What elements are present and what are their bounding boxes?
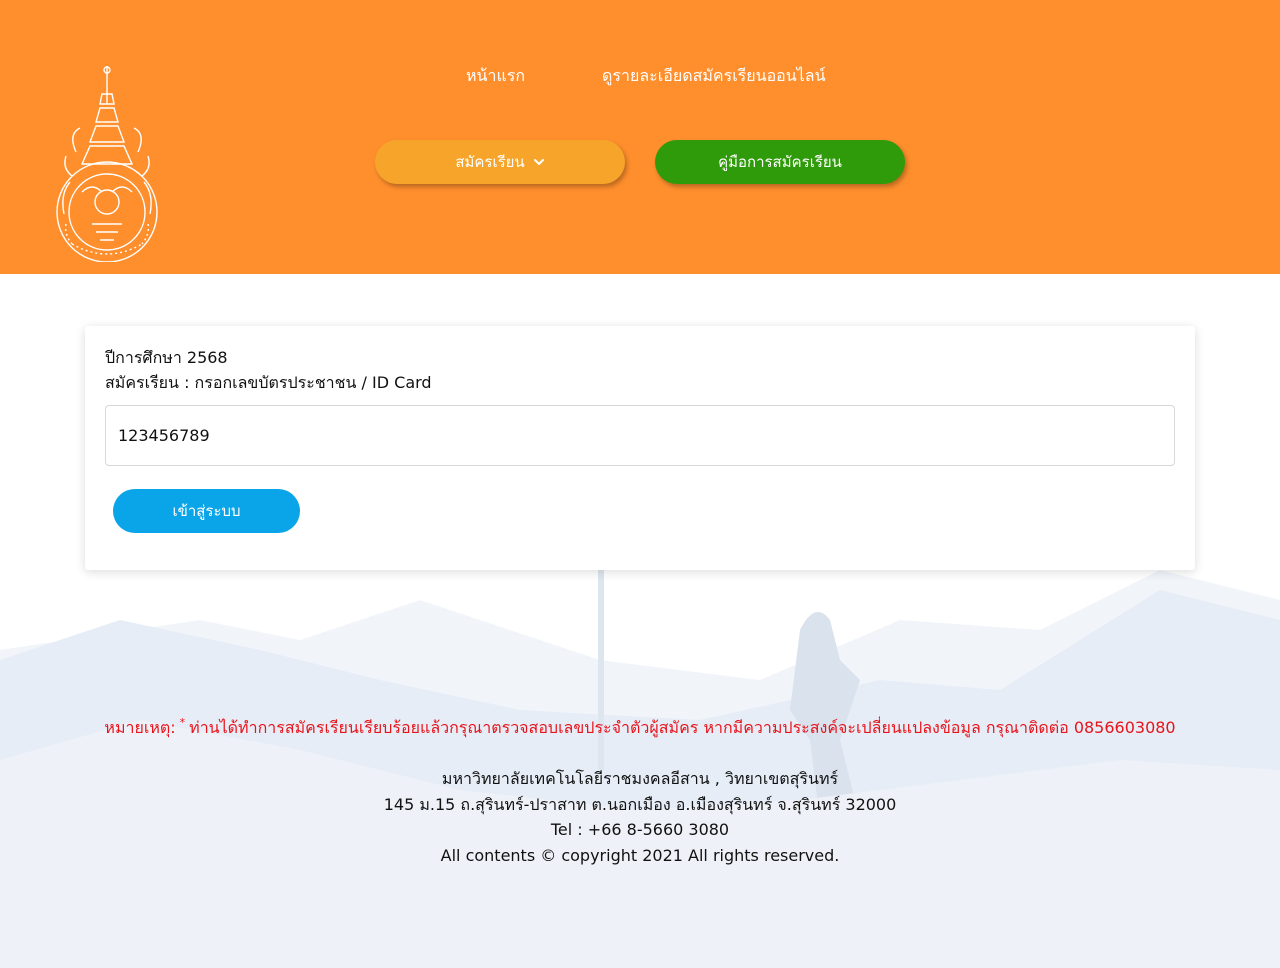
site-header: หน้าแรก ดูรายละเอียดสมัครเรียนออนไลน์ สม…	[0, 0, 1280, 274]
notice-label: หมายเหตุ:	[104, 718, 176, 737]
university-seal-logo[interactable]	[52, 64, 162, 262]
footer-address: 145 ม.15 ถ.สุรินทร์-ปราสาท ต.นอกเมือง อ.…	[383, 794, 897, 814]
footer-tel: Tel : +66 8-5660 3080	[550, 820, 730, 839]
apply-button-label: สมัครเรียน	[455, 153, 525, 171]
footer-university-name: มหาวิทยาลัยเทคโนโลยีราชมงคลอีสาน , วิทยา…	[441, 769, 839, 788]
notice-text: หมายเหตุ: * ท่านได้ทำการสมัครเรียนเรียบร้อ…	[0, 716, 1280, 741]
required-star: *	[179, 716, 186, 729]
site-footer: มหาวิทยาลัยเทคโนโลยีราชมงคลอีสาน , วิทยา…	[0, 766, 1280, 868]
academic-year-label: ปีการศึกษา 2568	[105, 348, 228, 367]
login-card: ปีการศึกษา 2568 สมัครเรียน : กรอกเลขบัตร…	[85, 326, 1195, 570]
apply-dropdown-button[interactable]: สมัครเรียน	[375, 140, 625, 184]
guide-button-label: คู่มือการสมัครเรียน	[718, 153, 842, 171]
footer-copyright: All contents © copyright 2021 All rights…	[440, 845, 840, 865]
background-illustration	[0, 570, 1280, 968]
nav-details-link[interactable]: ดูรายละเอียดสมัครเรียนออนไลน์	[602, 64, 826, 89]
chevron-down-icon	[533, 159, 544, 165]
id-card-input[interactable]	[105, 405, 1175, 466]
notice-message: ท่านได้ทำการสมัครเรียนเรียบร้อยแล้วกรุณา…	[189, 718, 1176, 737]
login-button[interactable]: เข้าสู่ระบบ	[113, 489, 300, 533]
id-card-prompt: สมัครเรียน : กรอกเลขบัตรประชาชน / ID Car…	[105, 373, 432, 392]
nav-home-link[interactable]: หน้าแรก	[466, 64, 525, 89]
application-guide-button[interactable]: คู่มือการสมัครเรียน	[655, 140, 905, 184]
